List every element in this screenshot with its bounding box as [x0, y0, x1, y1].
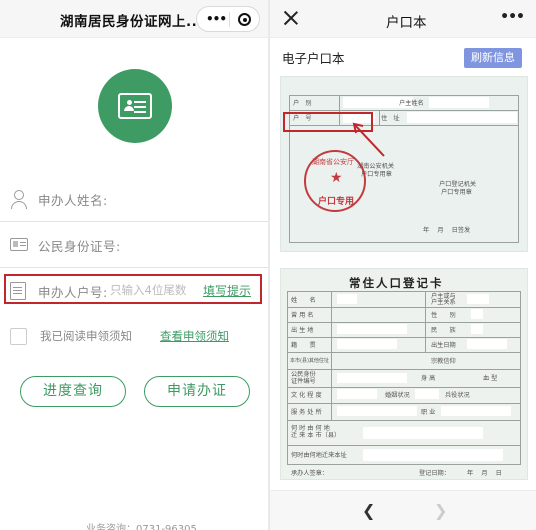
redacted-value [337, 373, 407, 383]
relation-label-2: 户主关系 [431, 299, 456, 306]
military-label: 兵役状况 [445, 392, 470, 399]
redacted-value [337, 406, 417, 416]
hotline-text: 业务咨询：0731-96305 [86, 524, 197, 530]
handler-label: 承办人签章： [291, 470, 329, 477]
education-label: 文 化 程 度 [291, 392, 322, 399]
more-icon[interactable]: ••• [206, 13, 227, 25]
redacted-value [337, 389, 377, 399]
id-number-label-1: 公民身份 [291, 371, 316, 378]
id-number-label: 公民身份证号: [38, 239, 121, 254]
redacted-value [471, 324, 483, 334]
card-title: 常住人口登记卡 [349, 276, 444, 290]
other-address-label: 本市(县)其他住址 [290, 358, 329, 364]
redacted-value [467, 294, 489, 304]
title-bar: 湖南居民身份证网上... ••• [0, 0, 268, 38]
mini-program-capsule: ••• [196, 6, 260, 32]
registration-date-value: 年 月 日 [467, 470, 502, 477]
registration-date-label: 登记日期： [419, 470, 450, 477]
move-in-label-1: 何 时 由 何 地 [291, 425, 330, 432]
redacted-value [363, 427, 483, 439]
name-label: 申办人姓名: [38, 193, 108, 208]
redacted-value [471, 309, 483, 319]
sex-label: 性 别 [431, 312, 456, 319]
birthdate-label: 出生日期 [431, 342, 456, 349]
apply-button[interactable]: 申请办证 [144, 376, 250, 407]
move-in-label-2: 迁 来 本 市（县） [291, 432, 341, 439]
agree-label: 我已阅读申领须知 [40, 329, 132, 343]
bottom-nav: ❮ ❯ [270, 490, 536, 530]
view-notice-link[interactable]: 查看申领须知 [160, 328, 229, 344]
page-title: 湖南居民身份证网上... [60, 14, 203, 30]
name-field[interactable]: 申办人姓名: [0, 176, 268, 222]
capsule-divider [229, 12, 230, 27]
person-icon [10, 190, 28, 210]
birthplace-label: 出 生 地 [291, 327, 314, 334]
highlight-box [4, 274, 262, 304]
agree-checkbox[interactable] [10, 328, 27, 345]
id-number-label-2: 证件编号 [291, 378, 316, 385]
id-card-small-icon [10, 238, 28, 251]
workplace-label: 服 务 处 所 [291, 409, 322, 416]
used-name-label: 曾 用 名 [291, 312, 314, 319]
ethnic-label: 民 族 [431, 327, 456, 334]
progress-query-button[interactable]: 进度查询 [20, 376, 126, 407]
height-label: 身 高 [421, 375, 436, 382]
pointer-arrow-icon [352, 122, 385, 157]
redacted-value [337, 339, 397, 349]
native-place-label: 籍 贯 [291, 342, 316, 349]
redacted-value [467, 339, 507, 349]
application-form-panel: 湖南居民身份证网上... ••• 申办人姓名: 公民身份证号: 申办人户号: 只… [0, 0, 268, 530]
close-target-icon[interactable] [238, 13, 251, 26]
marital-label: 婚姻状况 [385, 392, 410, 399]
redacted-value [337, 294, 357, 304]
religion-label: 宗教信仰 [431, 358, 456, 365]
id-number-field[interactable]: 公民身份证号: [0, 222, 268, 268]
id-card-icon [118, 93, 152, 119]
redacted-value [415, 389, 439, 399]
name-label: 姓 名 [291, 297, 316, 304]
blood-type-label: 血 型 [483, 375, 498, 382]
redacted-value [441, 406, 511, 416]
id-card-logo [98, 69, 172, 143]
redacted-value [337, 324, 407, 334]
forward-chevron-icon[interactable]: ❯ [434, 501, 447, 520]
back-chevron-icon[interactable]: ❮ [362, 501, 375, 520]
issue-date-label: 年 月 日签发 [423, 227, 471, 234]
household-register-panel: 户口本 ••• 电子户口本 刷新信息 户 别 户主姓名 户 号 住 址 户口登记… [270, 0, 536, 530]
redacted-value [363, 449, 503, 461]
move-in-address-label: 何时由何地迁来本址 [291, 452, 347, 459]
resident-registration-card: 常住人口登记卡 姓 名 户主或与 户主关系 曾 用 名 性 别 出 生 地 民 … [280, 268, 528, 480]
job-label: 职 业 [421, 409, 436, 416]
